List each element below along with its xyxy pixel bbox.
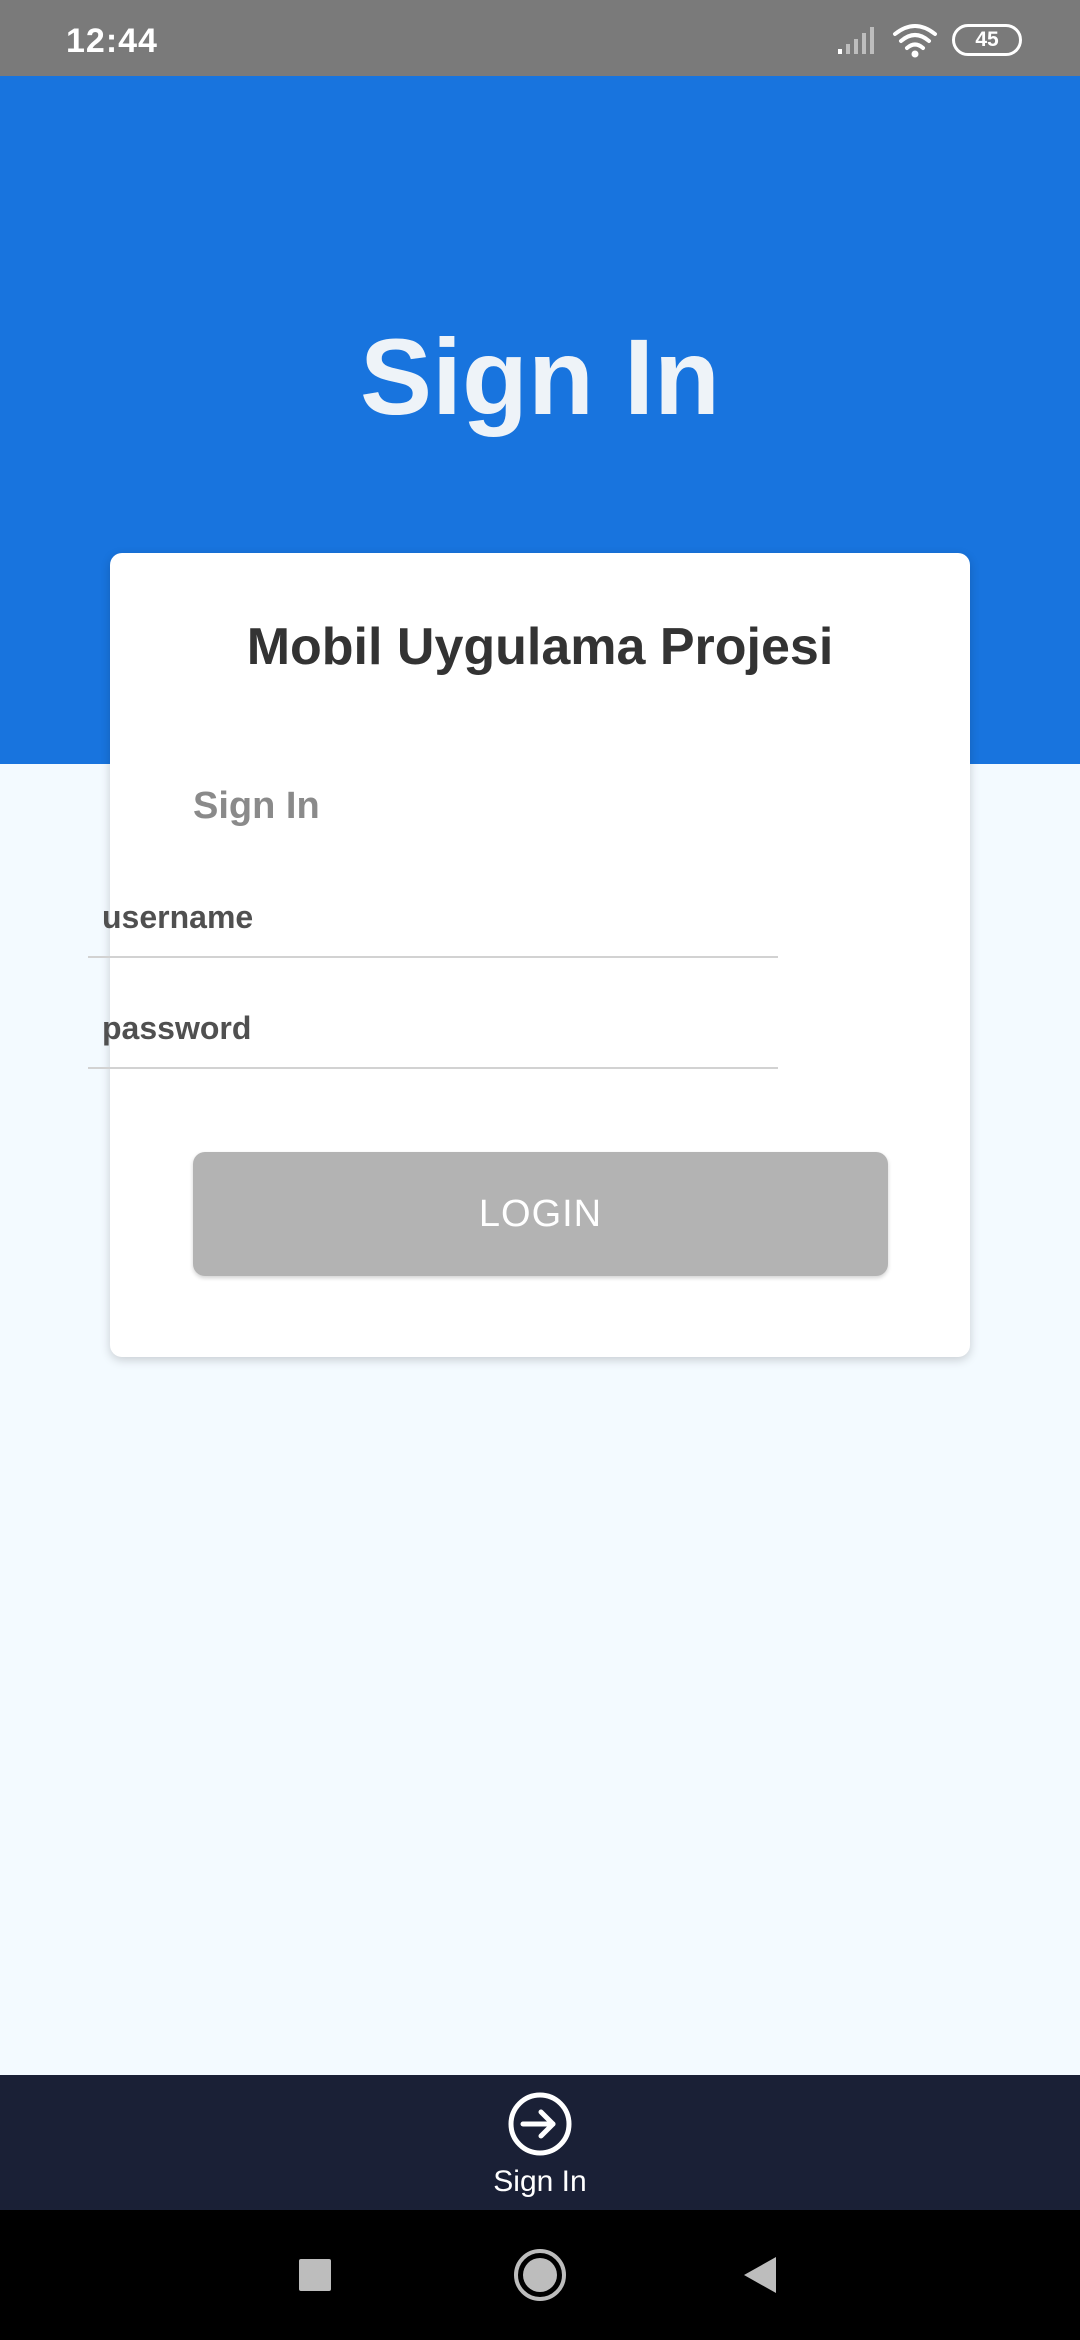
page-title: Sign In	[360, 316, 720, 437]
login-button[interactable]: LOGIN	[193, 1152, 888, 1276]
back-button[interactable]	[725, 2210, 795, 2340]
sign-in-icon	[508, 2092, 572, 2156]
home-icon	[514, 2249, 566, 2301]
nav-item-sign-in[interactable]: Sign In	[440, 2075, 640, 2210]
nav-label-sign-in: Sign In	[493, 2165, 587, 2198]
status-time: 12:44	[66, 22, 158, 60]
section-label: Sign In	[193, 785, 320, 827]
signal-icon	[838, 27, 874, 54]
battery-level: 45	[975, 28, 999, 51]
wifi-icon	[893, 24, 937, 58]
system-nav-bar	[0, 2210, 1080, 2340]
screen: 12:44 45 Sign In Mobil Uygulama Projesi …	[0, 0, 1080, 2340]
username-input[interactable]	[88, 878, 778, 958]
password-input[interactable]	[88, 989, 778, 1069]
recent-apps-button[interactable]	[280, 2210, 350, 2340]
battery-icon: 45	[952, 24, 1022, 56]
status-icons: 45	[836, 18, 1022, 62]
home-button[interactable]	[505, 2210, 575, 2340]
recent-apps-icon	[299, 2259, 331, 2291]
bottom-nav: Sign In	[0, 2075, 1080, 2210]
status-bar: 12:44 45	[0, 0, 1080, 76]
login-button-label: LOGIN	[478, 1192, 603, 1235]
app-title: Mobil Uygulama Projesi	[246, 618, 834, 676]
back-icon	[744, 2257, 776, 2293]
